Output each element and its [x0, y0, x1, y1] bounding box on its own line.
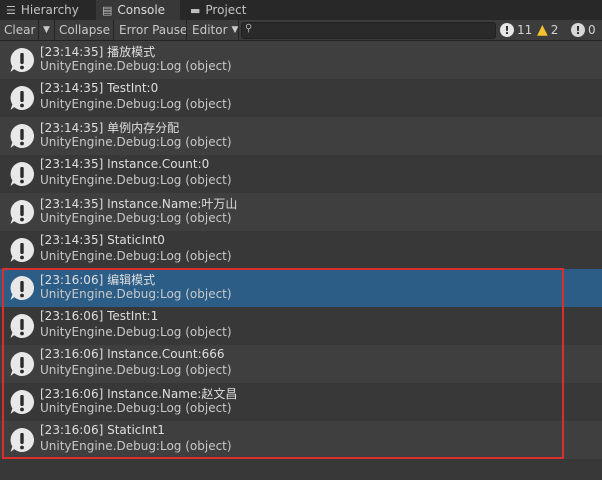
log-entry[interactable]: [23:14:35] Instance.Count:0 UnityEngine.D…: [0, 155, 602, 193]
log-stacktrace: UnityEngine.Debug:Log (object): [40, 59, 232, 73]
log-info-icon: [8, 426, 36, 454]
toolbar-divider: [54, 20, 55, 40]
tab-hierarchy[interactable]: ☰ Hierarchy: [6, 0, 94, 20]
chevron-down-icon: ▼: [43, 25, 50, 35]
log-message: [23:16:06] StaticInt1: [40, 423, 165, 437]
log-entry[interactable]: [23:16:06] Instance.Count:666 UnityEngine…: [0, 345, 602, 383]
hierarchy-icon: ☰: [6, 3, 16, 17]
log-message: [23:16:06] 编辑模式: [40, 273, 156, 287]
collapse-button[interactable]: Collapse: [59, 20, 110, 40]
log-message: [23:14:35] StaticInt0: [40, 233, 165, 247]
log-message: [23:14:35] Instance.Count:0: [40, 157, 210, 171]
log-stacktrace: UnityEngine.Debug:Log (object): [40, 363, 232, 377]
tab-label: Console: [117, 3, 166, 17]
log-entry[interactable]: [23:14:35] TestInt:0 UnityEngine.Debug:Lo…: [0, 79, 602, 117]
log-message: [23:14:35] 单例内存分配: [40, 121, 180, 135]
log-info-icon: [8, 274, 36, 302]
log-info-icon: [8, 84, 36, 112]
tab-label: Project: [205, 3, 247, 17]
clear-options-dropdown[interactable]: ▼: [43, 20, 50, 40]
search-input[interactable]: ⚲: [241, 22, 496, 39]
log-message: [23:16:06] TestInt:1: [40, 309, 159, 323]
log-info-icon: [8, 198, 36, 226]
tab-project[interactable]: ▬ Project: [190, 0, 270, 20]
tab-bar: ☰ Hierarchy ▤ Console ▬ Project: [0, 0, 602, 20]
error-count: 0: [588, 23, 596, 37]
warning-icon: ▲: [537, 22, 548, 38]
log-entry[interactable]: [23:14:35] 单例内存分配 UnityEngine.Debug:Log (…: [0, 117, 602, 155]
log-entry[interactable]: [23:16:06] StaticInt1 UnityEngine.Debug:L…: [0, 421, 602, 459]
folder-icon: ▬: [190, 3, 201, 17]
log-entry[interactable]: [23:14:35] Instance.Name:叶万山 UnityEngine.…: [0, 193, 602, 231]
error-pause-label: Error Pause: [119, 23, 188, 37]
log-message: [23:16:06] Instance.Count:666: [40, 347, 225, 361]
log-stacktrace: UnityEngine.Debug:Log (object): [40, 325, 232, 339]
clear-button[interactable]: Clear: [4, 20, 35, 40]
log-stacktrace: UnityEngine.Debug:Log (object): [40, 249, 232, 263]
toolbar-divider: [186, 20, 187, 40]
log-stacktrace: UnityEngine.Debug:Log (object): [40, 173, 232, 187]
toolbar-divider: [113, 20, 114, 40]
log-stacktrace: UnityEngine.Debug:Log (object): [40, 97, 232, 111]
log-info-icon: [8, 388, 36, 416]
info-icon: !: [500, 23, 514, 37]
log-count: 11: [517, 23, 533, 37]
collapse-label: Collapse: [59, 23, 110, 37]
tab-console[interactable]: ▤ Console: [96, 0, 180, 20]
log-info-icon: [8, 236, 36, 264]
warning-count: 2: [550, 23, 559, 37]
clear-label: Clear: [4, 23, 36, 37]
console-icon: ▤: [102, 3, 113, 17]
log-message: [23:16:06] Instance.Name:赵文昌: [40, 387, 238, 401]
log-info-icon: [8, 46, 36, 74]
log-entry[interactable]: [23:14:35] 播放模式 UnityEngine.Debug:Log (ob…: [0, 41, 602, 79]
log-entry[interactable]: [23:16:06] 编辑模式 UnityEngine.Debug:Log (ob…: [0, 269, 602, 307]
log-list: [23:14:35] 播放模式 UnityEngine.Debug:Log (ob…: [0, 41, 602, 459]
log-stacktrace: UnityEngine.Debug:Log (object): [40, 211, 232, 225]
toolbar-divider: [38, 20, 39, 40]
log-entry[interactable]: [23:16:06] Instance.Name:赵文昌 UnityEngine.…: [0, 383, 602, 421]
error-icon: !: [571, 23, 585, 37]
log-count-toggle[interactable]: ! 11: [500, 20, 532, 40]
editor-dropdown[interactable]: Editor ▼: [192, 20, 238, 40]
log-entry[interactable]: [23:16:06] TestInt:1 UnityEngine.Debug:Lo…: [0, 307, 602, 345]
toolbar-divider: [238, 20, 239, 40]
log-stacktrace: UnityEngine.Debug:Log (object): [40, 439, 232, 453]
log-entry[interactable]: [23:14:35] StaticInt0 UnityEngine.Debug:L…: [0, 231, 602, 269]
log-stacktrace: UnityEngine.Debug:Log (object): [40, 401, 232, 415]
editor-label: Editor: [192, 23, 228, 37]
log-message: [23:14:35] TestInt:0: [40, 81, 159, 95]
error-pause-button[interactable]: Error Pause: [119, 20, 187, 40]
log-message: [23:14:35] Instance.Name:叶万山: [40, 197, 238, 211]
search-icon: ⚲: [245, 23, 253, 34]
log-info-icon: [8, 312, 36, 340]
error-count-toggle[interactable]: ! 0: [571, 20, 596, 40]
log-info-icon: [8, 122, 36, 150]
tab-label: Hierarchy: [20, 3, 79, 17]
log-info-icon: [8, 350, 36, 378]
log-stacktrace: UnityEngine.Debug:Log (object): [40, 287, 232, 301]
log-message: [23:14:35] 播放模式: [40, 45, 156, 59]
warning-count-toggle[interactable]: ▲ 2: [537, 20, 558, 40]
log-info-icon: [8, 160, 36, 188]
log-stacktrace: UnityEngine.Debug:Log (object): [40, 135, 232, 149]
